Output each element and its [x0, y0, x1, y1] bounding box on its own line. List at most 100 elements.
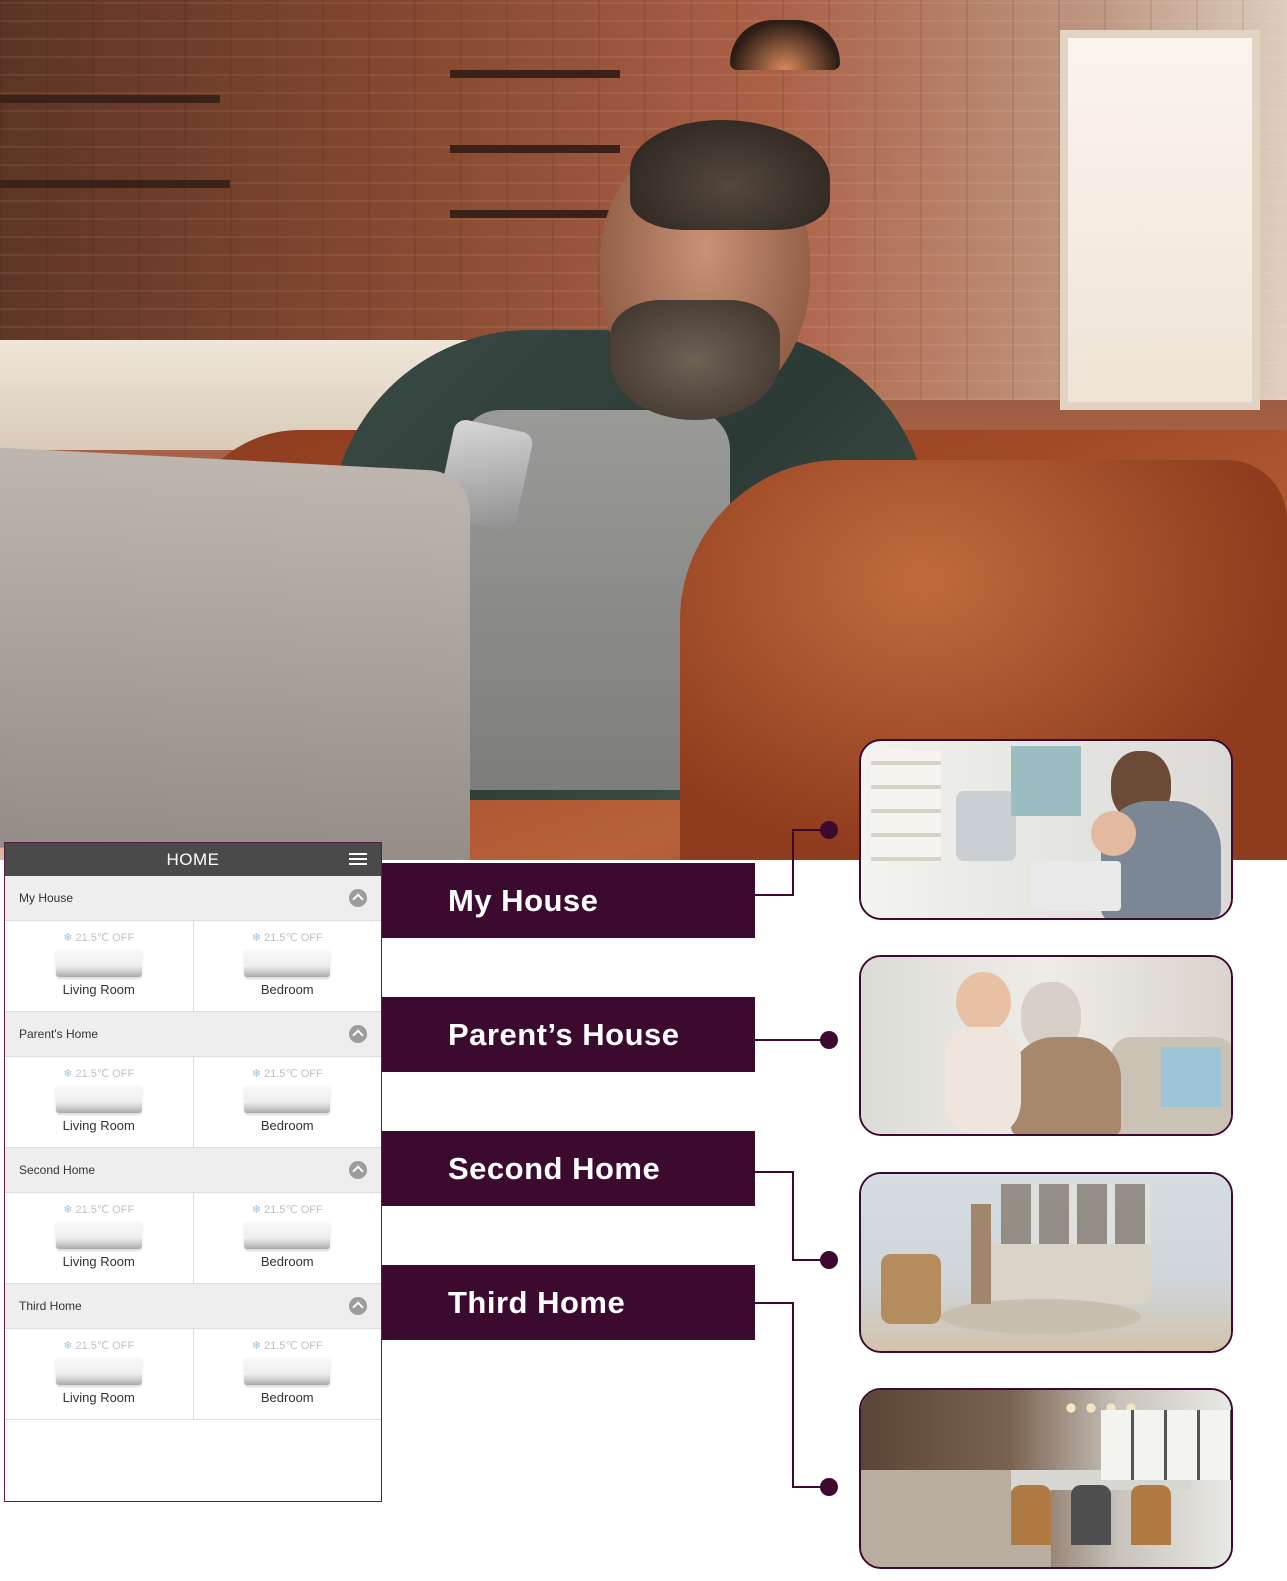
home-name: Third Home	[19, 1299, 82, 1313]
unit-temp: 21.5℃	[75, 1068, 110, 1080]
snowflake-icon: ❄	[251, 1340, 261, 1352]
shelf	[0, 180, 230, 188]
unit-temp: 21.5℃	[75, 1204, 110, 1216]
doorway	[1011, 746, 1081, 816]
blue-cushion	[1161, 1047, 1221, 1107]
window	[1101, 1410, 1231, 1480]
ac-unit-card[interactable]: ❄ 21.5℃ OFF Bedroom	[192, 1057, 382, 1147]
ac-unit-card[interactable]: ❄ 21.5℃ OFF Bedroom	[192, 921, 382, 1011]
snowflake-icon: ❄	[63, 1204, 73, 1216]
home-name: Second Home	[19, 1163, 96, 1177]
collapse-chevron-icon[interactable]	[349, 889, 367, 907]
air-conditioner-icon	[55, 1085, 142, 1113]
unit-state: OFF	[300, 931, 323, 944]
ac-unit-card[interactable]: ❄ 21.5℃ OFF Living Room	[5, 1329, 193, 1419]
room-name: Living Room	[62, 1118, 135, 1133]
ac-unit-card[interactable]: ❄ 21.5℃ OFF Living Room	[5, 1193, 193, 1283]
rattan-chair	[881, 1254, 941, 1324]
shelf	[450, 70, 620, 78]
unit-status: ❄ 21.5℃ OFF	[63, 1339, 135, 1353]
room-name: Bedroom	[260, 1390, 314, 1405]
person-beard	[610, 300, 780, 420]
shelf	[450, 145, 620, 153]
unit-temp: 21.5℃	[263, 1340, 298, 1352]
home-section-header[interactable]: Third Home	[5, 1284, 381, 1329]
label-third-home: Third Home	[382, 1265, 755, 1340]
unit-status: ❄ 21.5℃ OFF	[63, 931, 135, 945]
collapse-chevron-icon[interactable]	[349, 1297, 367, 1315]
bookshelf	[871, 751, 941, 861]
unit-status: ❄ 21.5℃ OFF	[63, 1203, 134, 1217]
ac-unit-card[interactable]: ❄ 21.5℃ OFF Living Room	[5, 921, 193, 1011]
unit-temp: 21.5℃	[263, 1068, 298, 1080]
snowflake-icon: ❄	[63, 932, 73, 944]
photo-dining-kitchen	[859, 1388, 1233, 1569]
unit-temp: 21.5℃	[75, 1340, 110, 1352]
home-section-header[interactable]: Parent's Home	[5, 1012, 381, 1057]
home-section-header[interactable]: My House	[5, 876, 381, 921]
rug	[941, 1299, 1141, 1334]
home-section-header[interactable]: Second Home	[5, 1148, 381, 1193]
hamburger-menu-icon[interactable]	[349, 853, 367, 866]
connector-dot	[820, 1031, 838, 1049]
room-name: Bedroom	[260, 1254, 314, 1269]
unit-row: ❄ 21.5℃ OFF Living Room ❄ 21.5℃ OFF Bedr…	[5, 1193, 381, 1284]
room-name: Living Room	[62, 1254, 135, 1269]
unit-temp: 21.5℃	[263, 932, 298, 944]
unit-status: ❄ 21.5℃ OFF	[251, 931, 323, 945]
unit-state: OFF	[300, 1067, 323, 1080]
ac-unit-card[interactable]: ❄ 21.5℃ OFF Living Room	[5, 1057, 193, 1147]
photo-living-room	[859, 1172, 1233, 1353]
connector-dot	[820, 1478, 838, 1496]
air-conditioner-icon	[244, 1221, 331, 1249]
chair	[1131, 1485, 1171, 1545]
chair	[1071, 1485, 1111, 1545]
snowflake-icon: ❄	[63, 1068, 73, 1080]
unit-temp: 21.5℃	[263, 1204, 298, 1216]
photo-mother-child	[859, 739, 1233, 920]
connector-dot	[820, 1251, 838, 1269]
room-name: Bedroom	[260, 982, 314, 997]
collapse-chevron-icon[interactable]	[349, 1161, 367, 1179]
room-name: Bedroom	[260, 1118, 314, 1133]
unit-state: OFF	[112, 1067, 135, 1080]
unit-state: OFF	[112, 931, 135, 944]
air-conditioner-icon	[55, 1221, 142, 1249]
ac-unit-card[interactable]: ❄ 21.5℃ OFF Bedroom	[192, 1329, 382, 1419]
unit-status: ❄ 21.5℃ OFF	[251, 1339, 323, 1353]
laptop	[1031, 861, 1121, 911]
snowflake-icon: ❄	[251, 1068, 261, 1080]
air-conditioner-icon	[55, 949, 142, 977]
hero-photo	[0, 0, 1287, 860]
snowflake-icon: ❄	[251, 1204, 261, 1216]
baby-body	[946, 1027, 1021, 1132]
unit-row: ❄ 21.5℃ OFF Living Room ❄ 21.5℃ OFF Bedr…	[5, 921, 381, 1012]
label-my-house: My House	[382, 863, 755, 938]
snowflake-icon: ❄	[251, 932, 261, 944]
app-header: HOME	[5, 843, 381, 876]
wall-art	[1001, 1184, 1151, 1244]
armchair	[956, 791, 1016, 861]
grandmother-body	[1011, 1037, 1121, 1134]
sofa	[981, 1244, 1151, 1304]
laptop	[0, 447, 470, 860]
collapse-chevron-icon[interactable]	[349, 1025, 367, 1043]
chair	[1011, 1485, 1051, 1545]
room-name: Living Room	[62, 982, 135, 997]
unit-state: OFF	[300, 1339, 323, 1352]
ac-unit-card[interactable]: ❄ 21.5℃ OFF Bedroom	[192, 1193, 382, 1283]
room-name: Living Room	[62, 1390, 135, 1405]
floor-lamp	[971, 1204, 991, 1304]
unit-temp: 21.5℃	[75, 932, 110, 944]
label-parents-house: Parent’s House	[382, 997, 755, 1072]
app-screen: HOME My House ❄ 21.5℃ OFF Living Room ❄ …	[4, 842, 382, 1502]
photo-grandmother-baby	[859, 955, 1233, 1136]
air-conditioner-icon	[244, 1085, 331, 1113]
shelf	[450, 210, 620, 218]
snowflake-icon: ❄	[63, 1340, 73, 1352]
air-conditioner-icon	[244, 1357, 331, 1385]
air-conditioner-icon	[244, 949, 331, 977]
unit-state: OFF	[112, 1339, 135, 1352]
app-title: HOME	[166, 849, 220, 869]
child-head	[1091, 811, 1136, 856]
